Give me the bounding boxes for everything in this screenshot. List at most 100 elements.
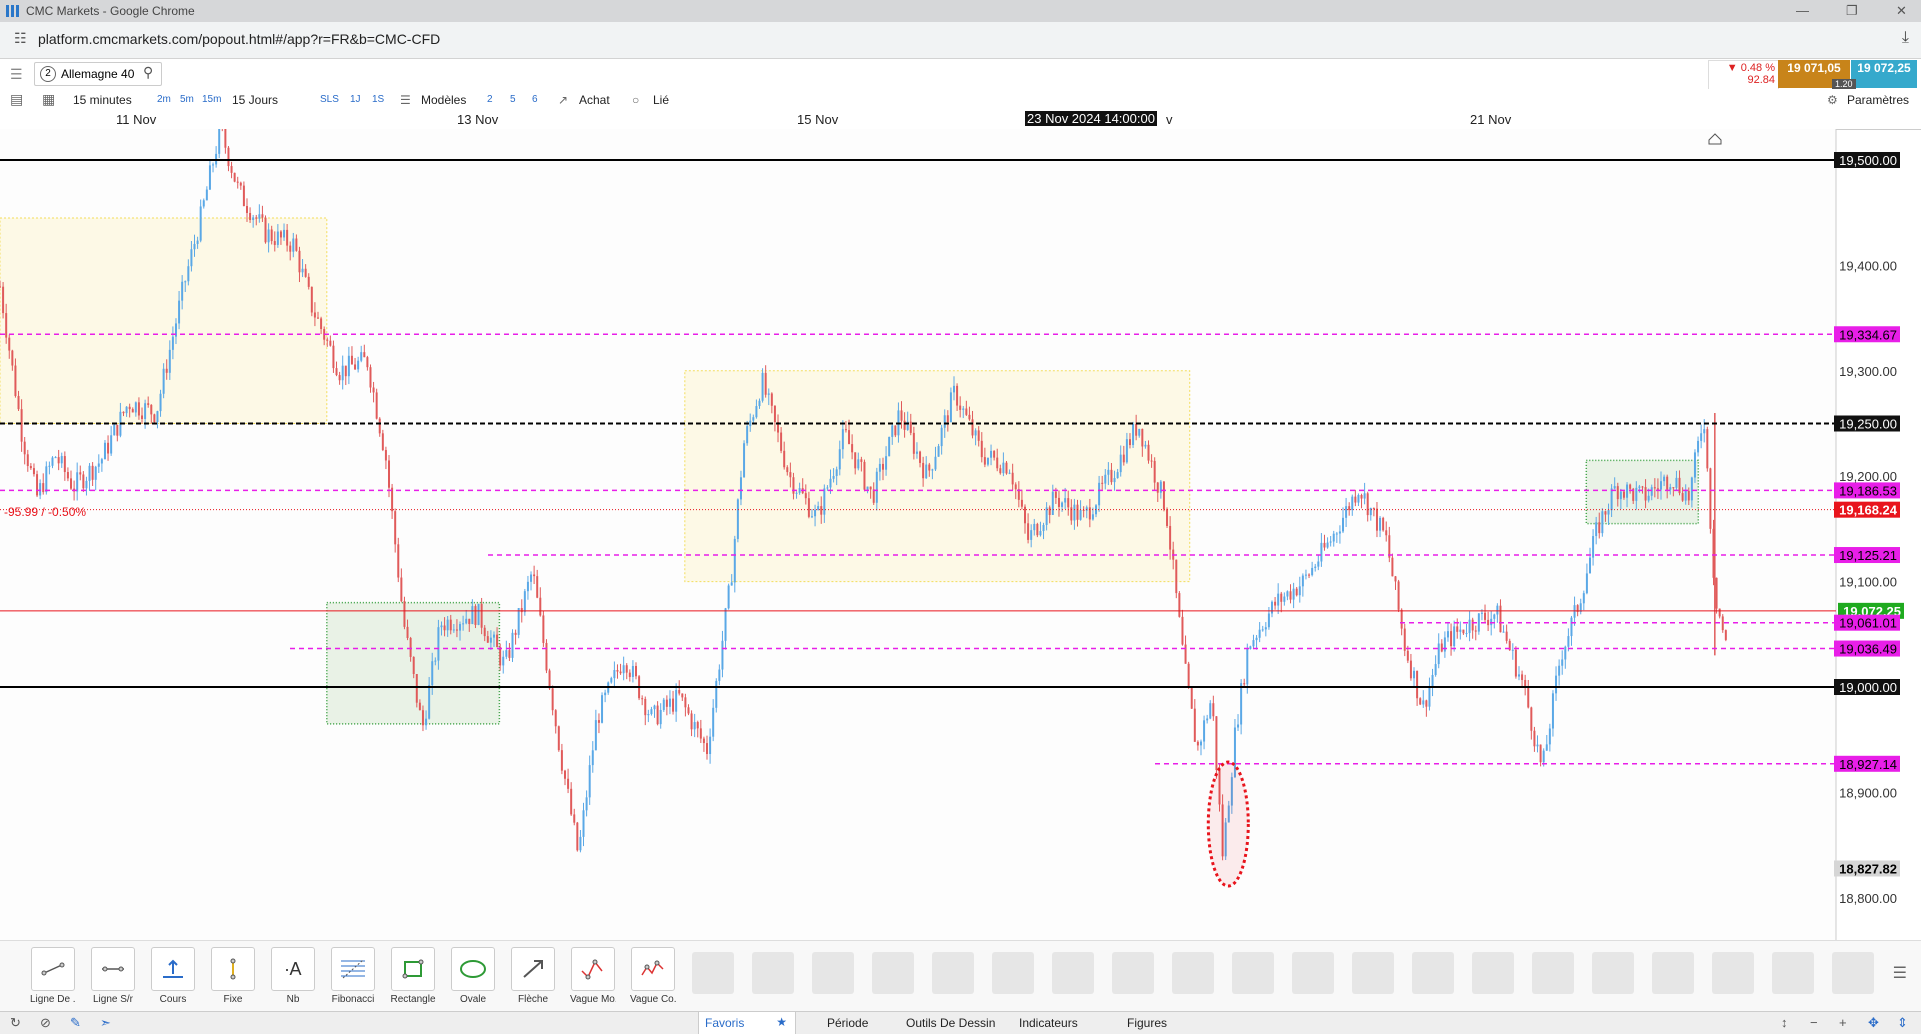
- candle-down-body: [29, 466, 32, 469]
- zoom-out-icon[interactable]: −: [1810, 1015, 1818, 1030]
- crosshair-icon[interactable]: ✥: [1868, 1015, 1879, 1031]
- price-chart[interactable]: 19,500.00 19,334.67 19,250.00 19,186.53 19,1…: [0, 129, 1921, 940]
- candle-up-body: [1684, 490, 1687, 501]
- crosshair-date-suffix: v: [1166, 112, 1173, 127]
- tool-fibonacci[interactable]: Fibonacci: [330, 947, 376, 1005]
- layout-2-button[interactable]: 2: [487, 94, 493, 105]
- candle-up-body: [1477, 613, 1480, 632]
- candle-down-body: [128, 406, 131, 410]
- tab-indicateurs[interactable]: Indicateurs: [1019, 1016, 1078, 1030]
- tool-text[interactable]: ·A Nb: [270, 947, 316, 1005]
- gear-icon[interactable]: ⚙: [1827, 93, 1838, 107]
- minimize-icon[interactable]: —: [1796, 3, 1809, 18]
- layout-6-button[interactable]: 6: [532, 94, 538, 105]
- cursor-icon[interactable]: ➣: [100, 1015, 111, 1031]
- candle-up-body: [601, 695, 604, 723]
- interval-select[interactable]: 15 minutes: [73, 93, 132, 107]
- instrument-name: Allemagne 40: [61, 67, 135, 81]
- tab-favoris[interactable]: Favoris ★: [698, 1012, 796, 1034]
- interval-5m-button[interactable]: 5m: [180, 94, 194, 105]
- candle-down-body: [304, 268, 307, 277]
- candle-down-body: [261, 214, 264, 218]
- chart-area[interactable]: 19,500.00 19,334.67 19,250.00 19,186.53 19,1…: [0, 129, 1921, 940]
- candle-up-body: [650, 709, 653, 715]
- tool-label: Rectangle: [390, 994, 436, 1005]
- url-text[interactable]: platform.cmcmarkets.com/popout.html#/app…: [38, 31, 440, 47]
- site-info-icon[interactable]: ☷: [14, 30, 27, 47]
- range-sls-button[interactable]: SLS: [320, 94, 339, 105]
- tool-trend-line[interactable]: Ligne De ...: [30, 947, 76, 1005]
- settings-button[interactable]: Paramètres: [1847, 93, 1909, 107]
- candle-up-body: [758, 400, 761, 407]
- address-bar[interactable]: ☷ platform.cmcmarkets.com/popout.html#/a…: [0, 22, 1921, 59]
- price-level-label: 19,168.24: [1839, 503, 1898, 518]
- candle-up-body: [1703, 429, 1706, 434]
- tool-price[interactable]: Cours: [150, 947, 196, 1005]
- download-icon[interactable]: ⤓: [1902, 29, 1909, 47]
- candle-down-body: [576, 822, 579, 851]
- price-level-label: 19,186.53: [1839, 483, 1897, 498]
- tool-support-line[interactable]: Ligne S/r: [90, 947, 136, 1005]
- candle-down-body: [946, 415, 949, 423]
- candle-up-body: [434, 660, 437, 662]
- tool-fixed[interactable]: Fixe: [210, 947, 256, 1005]
- candle-up-body: [85, 480, 88, 489]
- candle-up-body: [97, 463, 100, 467]
- candle-up-body: [1338, 531, 1341, 534]
- candle-up-body: [1138, 428, 1141, 436]
- candle-up-body: [357, 360, 360, 370]
- range-1s-button[interactable]: 1S: [372, 94, 384, 105]
- change-percent: ▼ 0.48 %: [1726, 62, 1775, 74]
- range-select[interactable]: 15 Jours: [232, 93, 278, 107]
- tab-periode[interactable]: Période: [827, 1016, 868, 1030]
- candle-up-body: [1073, 504, 1076, 521]
- linked-button[interactable]: Lié: [653, 93, 669, 107]
- tool-wave-co[interactable]: Vague Co...: [630, 947, 676, 1005]
- interval-15m-button[interactable]: 15m: [202, 94, 221, 105]
- candle-up-body: [668, 698, 671, 707]
- menu-icon[interactable]: ☰: [10, 66, 23, 83]
- tool-rectangle[interactable]: Rectangle: [390, 947, 436, 1005]
- close-icon[interactable]: ✕: [1896, 3, 1907, 19]
- collapse-icon[interactable]: ☰: [1893, 963, 1907, 983]
- zoom-in-icon[interactable]: +: [1839, 1015, 1847, 1030]
- candle-down-body: [409, 638, 412, 657]
- auto-scale-icon[interactable]: ↕: [1781, 1015, 1788, 1030]
- search-icon[interactable]: ⚲: [143, 64, 153, 81]
- tool-wave-mo[interactable]: Vague Mo...: [570, 947, 616, 1005]
- buy-button[interactable]: 19 072,25: [1851, 60, 1917, 88]
- templates-icon[interactable]: ☰: [400, 93, 411, 107]
- candle-down-body: [554, 710, 557, 727]
- candle-up-body: [1144, 444, 1147, 447]
- link-icon[interactable]: ○: [632, 93, 639, 107]
- refresh-icon[interactable]: ↻: [10, 1015, 21, 1031]
- restore-icon[interactable]: ❐: [1846, 3, 1858, 19]
- tab-figures[interactable]: Figures: [1127, 1016, 1167, 1030]
- candle-up-body: [952, 385, 955, 393]
- templates-button[interactable]: Modèles: [421, 93, 466, 107]
- candle-up-body: [1551, 693, 1554, 729]
- instrument-selector[interactable]: 2 Allemagne 40 ⚲: [34, 62, 162, 86]
- pencil-icon[interactable]: ✎: [70, 1015, 81, 1031]
- layout-icon[interactable]: ▦: [42, 91, 55, 108]
- tool-arrow[interactable]: Flèche: [510, 947, 556, 1005]
- tool-label: Ligne S/r: [92, 994, 134, 1005]
- candle-down-body: [338, 375, 341, 381]
- list-icon[interactable]: ▤: [10, 91, 23, 108]
- fit-icon[interactable]: ⇕: [1897, 1015, 1908, 1031]
- range-1j-button[interactable]: 1J: [350, 94, 361, 105]
- interval-2m-button[interactable]: 2m: [157, 94, 171, 105]
- candle-up-body: [1258, 629, 1261, 638]
- candle-up-body: [823, 488, 826, 515]
- buy-icon[interactable]: ↗: [558, 93, 568, 107]
- layout-5-button[interactable]: 5: [510, 94, 516, 105]
- empty-tool-slot: [1352, 952, 1394, 994]
- tab-outils-de-dessin[interactable]: Outils De Dessin: [906, 1016, 995, 1030]
- empty-tool-slot: [1532, 952, 1574, 994]
- buy-trade-button[interactable]: Achat: [579, 93, 610, 107]
- tool-ellipse[interactable]: Ovale: [450, 947, 496, 1005]
- candle-down-body: [965, 408, 968, 415]
- block-icon[interactable]: ⊘: [40, 1015, 51, 1031]
- candle-up-body: [1601, 511, 1604, 534]
- candle-down-body: [388, 460, 391, 488]
